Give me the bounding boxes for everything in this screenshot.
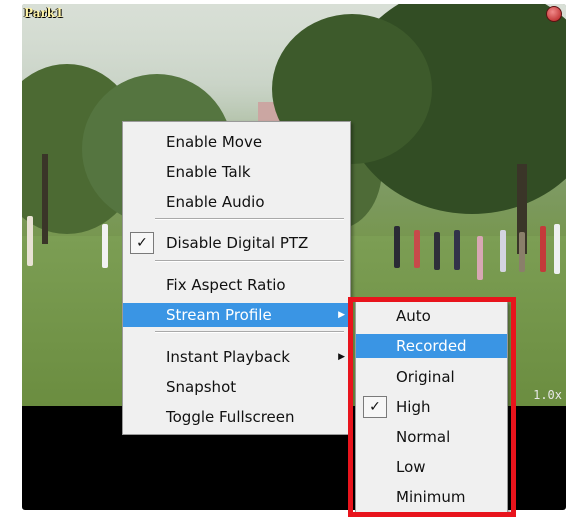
menu-item-stream-profile[interactable]: Stream Profile ▶ — [123, 303, 350, 327]
submenu-item-recorded[interactable]: Recorded — [356, 334, 507, 358]
submenu-item-minimum[interactable]: Minimum — [356, 485, 507, 509]
submenu-item-normal[interactable]: Normal — [356, 425, 507, 449]
menu-item-snapshot[interactable]: Snapshot — [123, 375, 350, 399]
person — [27, 216, 33, 266]
person — [477, 236, 483, 280]
menu-item-toggle-fullscreen[interactable]: Toggle Fullscreen — [123, 405, 350, 429]
person — [500, 230, 506, 272]
menu-item-disable-digital-ptz[interactable]: ✓ Disable Digital PTZ — [123, 231, 350, 255]
submenu-arrow-icon: ▶ — [338, 310, 345, 320]
menu-item-label: Snapshot — [166, 378, 237, 396]
tree-trunk — [42, 154, 48, 244]
menu-item-enable-audio[interactable]: Enable Audio — [123, 190, 350, 214]
menu-item-label: Instant Playback — [166, 348, 290, 366]
submenu-item-label: Low — [396, 458, 426, 476]
menu-separator — [155, 331, 344, 333]
submenu-arrow-icon: ▶ — [338, 352, 345, 362]
person — [454, 230, 460, 270]
person — [434, 232, 440, 270]
menu-item-label: Toggle Fullscreen — [166, 408, 295, 426]
menu-item-label: Enable Talk — [166, 163, 251, 181]
person — [554, 224, 560, 274]
submenu-item-label: Minimum — [396, 488, 466, 506]
submenu-item-original[interactable]: Original — [356, 365, 507, 389]
menu-separator — [155, 260, 344, 262]
submenu-item-low[interactable]: Low — [356, 455, 507, 479]
menu-item-label: Enable Move — [166, 133, 263, 151]
submenu-item-label: Original — [396, 368, 455, 386]
person — [540, 226, 546, 272]
menu-item-fix-aspect-ratio[interactable]: Fix Aspect Ratio — [123, 273, 350, 297]
menu-item-label: Fix Aspect Ratio — [166, 276, 286, 294]
person — [519, 232, 525, 272]
zoom-level: 1.0x — [533, 388, 562, 402]
stream-profile-submenu: Auto Recorded Original ✓ High Normal Low… — [355, 301, 508, 513]
submenu-item-label: Recorded — [396, 337, 467, 355]
menu-item-label: Stream Profile — [166, 306, 272, 324]
menu-item-label: Enable Audio — [166, 193, 265, 211]
camera-name-label: Park1 — [24, 6, 64, 20]
person — [414, 230, 420, 268]
checkmark-icon: ✓ — [130, 232, 154, 254]
submenu-item-high[interactable]: ✓ High — [356, 395, 507, 419]
menu-item-label: Disable Digital PTZ — [166, 234, 309, 252]
close-icon[interactable] — [546, 6, 562, 22]
submenu-item-auto[interactable]: Auto — [356, 304, 507, 328]
submenu-item-label: Auto — [396, 307, 431, 325]
context-menu: Enable Move Enable Talk Enable Audio ✓ D… — [122, 121, 351, 435]
checkmark-icon: ✓ — [363, 396, 387, 418]
submenu-item-label: High — [396, 398, 431, 416]
person — [394, 226, 400, 268]
menu-item-instant-playback[interactable]: Instant Playback ▶ — [123, 345, 350, 369]
menu-item-enable-move[interactable]: Enable Move — [123, 130, 350, 154]
person — [102, 224, 108, 268]
submenu-item-label: Normal — [396, 428, 451, 446]
menu-item-enable-talk[interactable]: Enable Talk — [123, 160, 350, 184]
menu-separator — [155, 218, 344, 220]
